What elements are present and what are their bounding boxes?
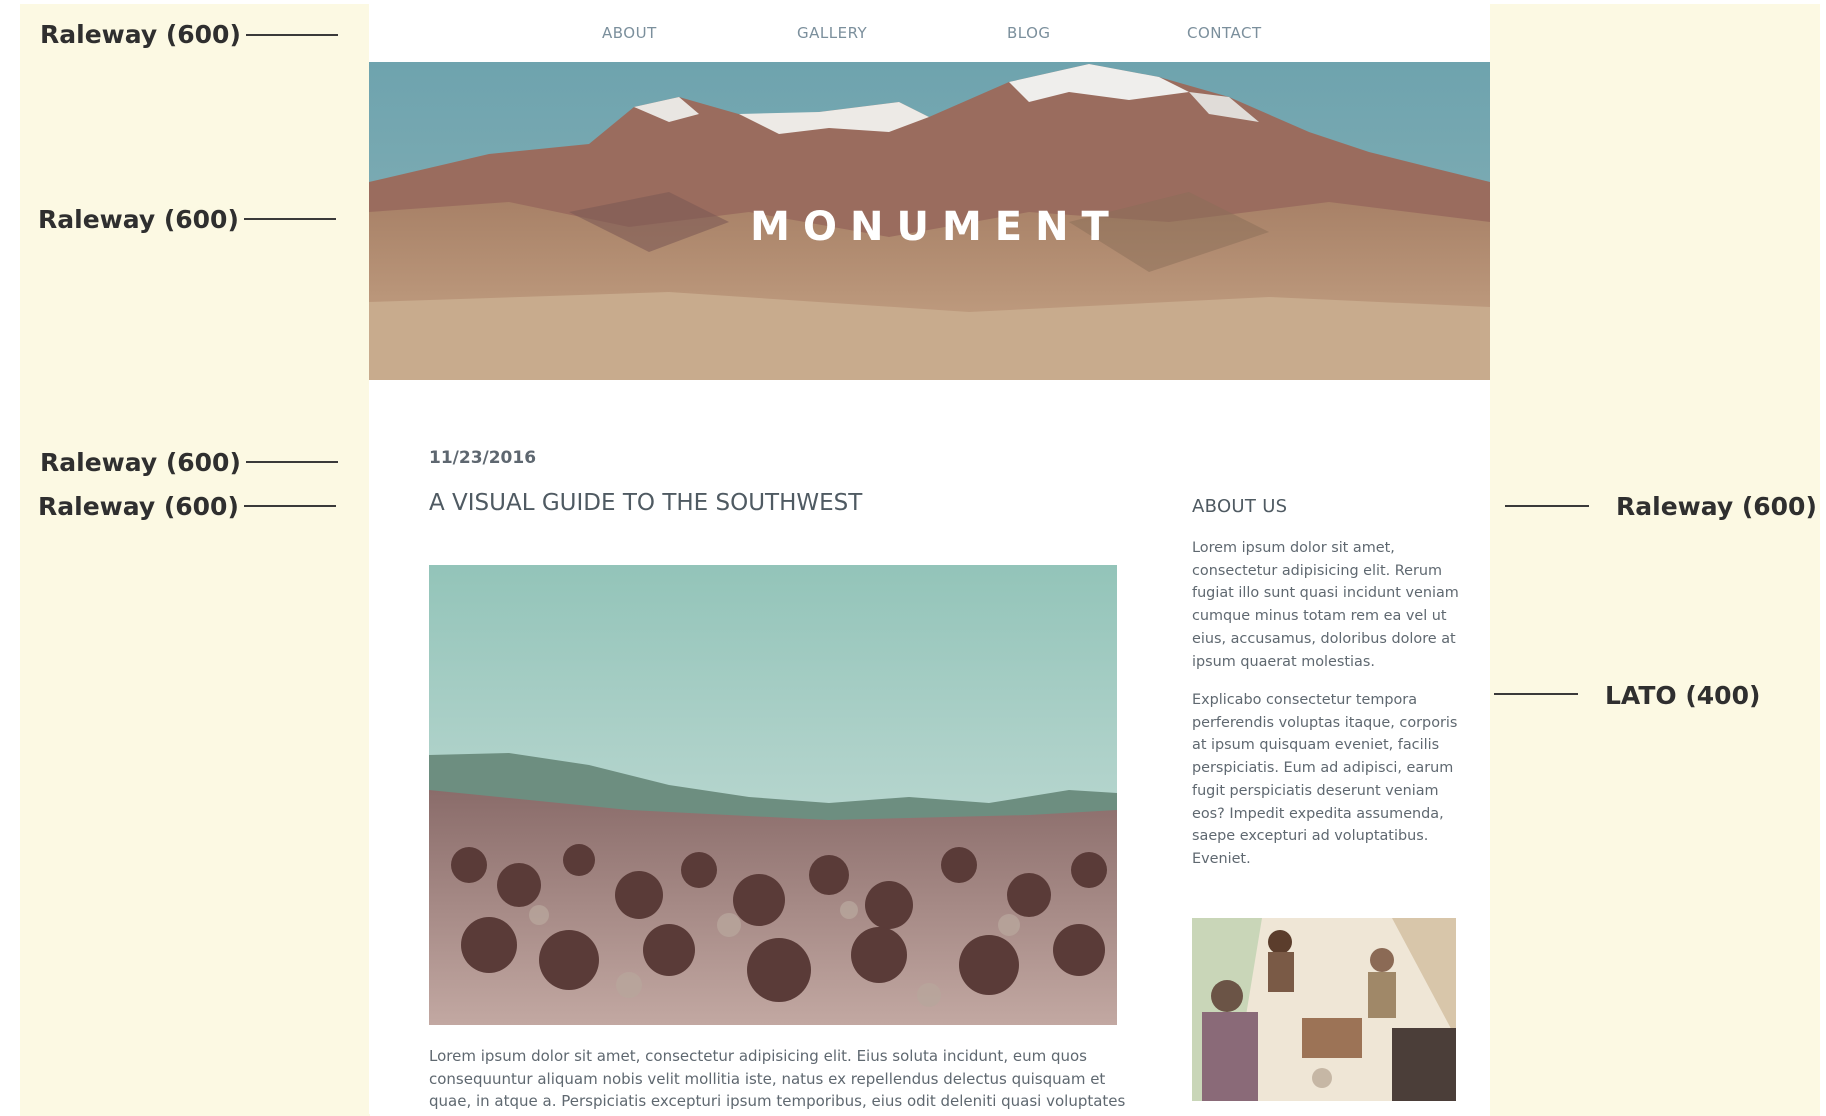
top-navigation: ABOUT GALLERY BLOG CONTACT	[369, 0, 1490, 62]
post-body-text: Lorem ipsum dolor sit amet, consectetur …	[429, 1047, 1126, 1110]
nav-gallery-link[interactable]: GALLERY	[797, 24, 867, 42]
date-font-pointer-line	[246, 461, 338, 463]
nav-about-link[interactable]: ABOUT	[602, 24, 657, 42]
sidebar-heading-font-pointer-line	[1505, 505, 1589, 507]
sidebar-paragraph: Lorem ipsum dolor sit amet, consectetur …	[1192, 540, 1459, 670]
title-font-annotation: Raleway (600)	[38, 492, 239, 521]
sidebar-paragraph: Explicabo consectetur tempora perferendi…	[1192, 692, 1458, 867]
hero-banner: MONUMENT	[369, 62, 1490, 380]
annotation-panel-left	[20, 4, 370, 1116]
desert-cactus-image	[429, 565, 1117, 1025]
title-font-pointer-line	[244, 505, 336, 507]
body-font-pointer-line	[1494, 693, 1578, 695]
sidebar-heading-font-annotation: Raleway (600)	[1616, 492, 1817, 521]
annotation-panel-right	[1490, 4, 1820, 1116]
nav-font-pointer-line	[246, 34, 338, 36]
campfire-people-image	[1192, 918, 1456, 1101]
website-mockup: ABOUT GALLERY BLOG CONTACT MONUMENT 11/2…	[369, 0, 1490, 1114]
nav-blog-link[interactable]: BLOG	[1007, 24, 1051, 42]
body-font-annotation: LATO (400)	[1605, 681, 1761, 710]
post-date: 11/23/2016	[429, 448, 537, 468]
nav-contact-link[interactable]: CONTACT	[1187, 24, 1262, 42]
date-font-annotation: Raleway (600)	[40, 448, 241, 477]
sidebar-heading: ABOUT US	[1192, 496, 1288, 517]
hero-font-pointer-line	[244, 218, 336, 220]
post-title[interactable]: A VISUAL GUIDE TO THE SOUTHWEST	[429, 490, 862, 516]
hero-title: MONUMENT	[750, 204, 1122, 250]
hero-font-annotation: Raleway (600)	[38, 205, 239, 234]
nav-font-annotation: Raleway (600)	[40, 20, 241, 49]
